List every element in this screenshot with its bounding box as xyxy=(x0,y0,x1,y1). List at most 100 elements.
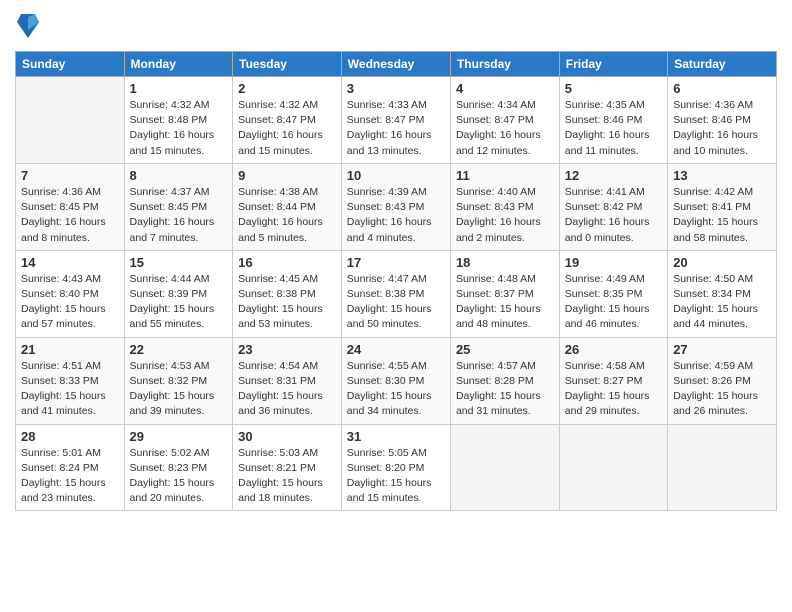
day-number: 31 xyxy=(347,429,445,444)
day-number: 29 xyxy=(130,429,228,444)
calendar-cell: 16Sunrise: 4:45 AM Sunset: 8:38 PM Dayli… xyxy=(233,250,342,337)
day-number: 28 xyxy=(21,429,119,444)
calendar-cell: 29 Sunrise: 5:02 AM Sunset: 8:23 PM Dayli… xyxy=(124,424,233,511)
calendar-cell: 31 Sunrise: 5:05 AM Sunset: 8:20 PM Dayli… xyxy=(341,424,450,511)
calendar-cell: 10 Sunrise: 4:39 AM Sunset: 8:43 PM Dayli… xyxy=(341,163,450,250)
day-number: 8 xyxy=(130,168,228,183)
logo-icon xyxy=(17,12,39,40)
day-number: 6 xyxy=(673,81,771,96)
column-header-tuesday: Tuesday xyxy=(233,52,342,77)
page-header xyxy=(15,10,777,45)
cell-content: Sunrise: 4:36 AM Sunset: 8:45 PM Dayligh… xyxy=(21,185,119,246)
calendar-cell: 4 Sunrise: 4:34 AM Sunset: 8:47 PM Daylig… xyxy=(450,77,559,164)
calendar-cell: 30Sunrise: 5:03 AM Sunset: 8:21 PM Dayli… xyxy=(233,424,342,511)
cell-content: Sunrise: 4:57 AM Sunset: 8:28 PM Dayligh… xyxy=(456,359,554,420)
calendar-week-row: 1 Sunrise: 4:32 AM Sunset: 8:48 PM Daylig… xyxy=(16,77,777,164)
day-number: 25 xyxy=(456,342,554,357)
cell-content: Sunrise: 4:59 AM Sunset: 8:26 PM Dayligh… xyxy=(673,359,771,420)
calendar-cell: 11Sunrise: 4:40 AM Sunset: 8:43 PM Dayli… xyxy=(450,163,559,250)
day-number: 2 xyxy=(238,81,336,96)
cell-content: Sunrise: 4:37 AM Sunset: 8:45 PM Dayligh… xyxy=(130,185,228,246)
cell-content: Sunrise: 4:36 AM Sunset: 8:46 PM Dayligh… xyxy=(673,98,771,159)
calendar-cell: 8 Sunrise: 4:37 AM Sunset: 8:45 PM Daylig… xyxy=(124,163,233,250)
calendar-body: 1 Sunrise: 4:32 AM Sunset: 8:48 PM Daylig… xyxy=(16,77,777,511)
cell-content: Sunrise: 4:47 AM Sunset: 8:38 PM Dayligh… xyxy=(347,272,445,333)
cell-content: Sunrise: 4:51 AM Sunset: 8:33 PM Dayligh… xyxy=(21,359,119,420)
calendar-cell: 26 Sunrise: 4:58 AM Sunset: 8:27 PM Dayli… xyxy=(559,337,667,424)
calendar-cell: 7 Sunrise: 4:36 AM Sunset: 8:45 PM Daylig… xyxy=(16,163,125,250)
calendar-cell: 19Sunrise: 4:49 AM Sunset: 8:35 PM Dayli… xyxy=(559,250,667,337)
cell-content: Sunrise: 4:38 AM Sunset: 8:44 PM Dayligh… xyxy=(238,185,336,246)
cell-content: Sunrise: 4:39 AM Sunset: 8:43 PM Dayligh… xyxy=(347,185,445,246)
calendar-cell: 23 Sunrise: 4:54 AM Sunset: 8:31 PM Dayli… xyxy=(233,337,342,424)
cell-content: Sunrise: 5:05 AM Sunset: 8:20 PM Dayligh… xyxy=(347,446,445,507)
column-header-thursday: Thursday xyxy=(450,52,559,77)
day-number: 4 xyxy=(456,81,554,96)
cell-content: Sunrise: 4:43 AM Sunset: 8:40 PM Dayligh… xyxy=(21,272,119,333)
calendar-cell: 20 Sunrise: 4:50 AM Sunset: 8:34 PM Dayli… xyxy=(668,250,777,337)
calendar-cell xyxy=(450,424,559,511)
cell-content: Sunrise: 5:01 AM Sunset: 8:24 PM Dayligh… xyxy=(21,446,119,507)
calendar-cell xyxy=(559,424,667,511)
calendar-cell: 28 Sunrise: 5:01 AM Sunset: 8:24 PM Dayli… xyxy=(16,424,125,511)
calendar-cell: 2 Sunrise: 4:32 AM Sunset: 8:47 PM Daylig… xyxy=(233,77,342,164)
calendar-week-row: 14 Sunrise: 4:43 AM Sunset: 8:40 PM Dayli… xyxy=(16,250,777,337)
calendar-cell: 21 Sunrise: 4:51 AM Sunset: 8:33 PM Dayli… xyxy=(16,337,125,424)
day-number: 27 xyxy=(673,342,771,357)
day-number: 15 xyxy=(130,255,228,270)
day-number: 20 xyxy=(673,255,771,270)
cell-content: Sunrise: 4:44 AM Sunset: 8:39 PM Dayligh… xyxy=(130,272,228,333)
cell-content: Sunrise: 4:32 AM Sunset: 8:48 PM Dayligh… xyxy=(130,98,228,159)
cell-content: Sunrise: 4:34 AM Sunset: 8:47 PM Dayligh… xyxy=(456,98,554,159)
cell-content: Sunrise: 5:02 AM Sunset: 8:23 PM Dayligh… xyxy=(130,446,228,507)
day-number: 12 xyxy=(565,168,662,183)
cell-content: Sunrise: 4:50 AM Sunset: 8:34 PM Dayligh… xyxy=(673,272,771,333)
calendar-week-row: 21 Sunrise: 4:51 AM Sunset: 8:33 PM Dayli… xyxy=(16,337,777,424)
cell-content: Sunrise: 4:32 AM Sunset: 8:47 PM Dayligh… xyxy=(238,98,336,159)
day-number: 23 xyxy=(238,342,336,357)
cell-content: Sunrise: 4:58 AM Sunset: 8:27 PM Dayligh… xyxy=(565,359,662,420)
cell-content: Sunrise: 4:35 AM Sunset: 8:46 PM Dayligh… xyxy=(565,98,662,159)
day-number: 9 xyxy=(238,168,336,183)
calendar-table: SundayMondayTuesdayWednesdayThursdayFrid… xyxy=(15,51,777,511)
day-number: 18 xyxy=(456,255,554,270)
calendar-cell: 13Sunrise: 4:42 AM Sunset: 8:41 PM Dayli… xyxy=(668,163,777,250)
column-header-monday: Monday xyxy=(124,52,233,77)
cell-content: Sunrise: 4:33 AM Sunset: 8:47 PM Dayligh… xyxy=(347,98,445,159)
calendar-cell: 27 Sunrise: 4:59 AM Sunset: 8:26 PM Dayli… xyxy=(668,337,777,424)
calendar-cell: 3 Sunrise: 4:33 AM Sunset: 8:47 PM Daylig… xyxy=(341,77,450,164)
cell-content: Sunrise: 4:48 AM Sunset: 8:37 PM Dayligh… xyxy=(456,272,554,333)
column-header-saturday: Saturday xyxy=(668,52,777,77)
calendar-header: SundayMondayTuesdayWednesdayThursdayFrid… xyxy=(16,52,777,77)
day-number: 7 xyxy=(21,168,119,183)
column-header-sunday: Sunday xyxy=(16,52,125,77)
cell-content: Sunrise: 4:41 AM Sunset: 8:42 PM Dayligh… xyxy=(565,185,662,246)
calendar-cell: 1 Sunrise: 4:32 AM Sunset: 8:48 PM Daylig… xyxy=(124,77,233,164)
column-header-friday: Friday xyxy=(559,52,667,77)
day-number: 14 xyxy=(21,255,119,270)
day-number: 10 xyxy=(347,168,445,183)
calendar-week-row: 7 Sunrise: 4:36 AM Sunset: 8:45 PM Daylig… xyxy=(16,163,777,250)
logo xyxy=(15,16,39,45)
day-number: 1 xyxy=(130,81,228,96)
logo-general xyxy=(15,16,39,45)
cell-content: Sunrise: 5:03 AM Sunset: 8:21 PM Dayligh… xyxy=(238,446,336,507)
calendar-cell: 18 Sunrise: 4:48 AM Sunset: 8:37 PM Dayli… xyxy=(450,250,559,337)
day-number: 26 xyxy=(565,342,662,357)
calendar-cell: 9 Sunrise: 4:38 AM Sunset: 8:44 PM Daylig… xyxy=(233,163,342,250)
calendar-cell: 15 Sunrise: 4:44 AM Sunset: 8:39 PM Dayli… xyxy=(124,250,233,337)
day-number: 13 xyxy=(673,168,771,183)
calendar-cell: 5Sunrise: 4:35 AM Sunset: 8:46 PM Daylig… xyxy=(559,77,667,164)
day-number: 3 xyxy=(347,81,445,96)
cell-content: Sunrise: 4:54 AM Sunset: 8:31 PM Dayligh… xyxy=(238,359,336,420)
calendar-week-row: 28 Sunrise: 5:01 AM Sunset: 8:24 PM Dayli… xyxy=(16,424,777,511)
cell-content: Sunrise: 4:45 AM Sunset: 8:38 PM Dayligh… xyxy=(238,272,336,333)
cell-content: Sunrise: 4:53 AM Sunset: 8:32 PM Dayligh… xyxy=(130,359,228,420)
cell-content: Sunrise: 4:55 AM Sunset: 8:30 PM Dayligh… xyxy=(347,359,445,420)
day-number: 22 xyxy=(130,342,228,357)
day-number: 24 xyxy=(347,342,445,357)
day-number: 21 xyxy=(21,342,119,357)
calendar-cell: 25 Sunrise: 4:57 AM Sunset: 8:28 PM Dayli… xyxy=(450,337,559,424)
day-number: 19 xyxy=(565,255,662,270)
calendar-cell: 24 Sunrise: 4:55 AM Sunset: 8:30 PM Dayli… xyxy=(341,337,450,424)
